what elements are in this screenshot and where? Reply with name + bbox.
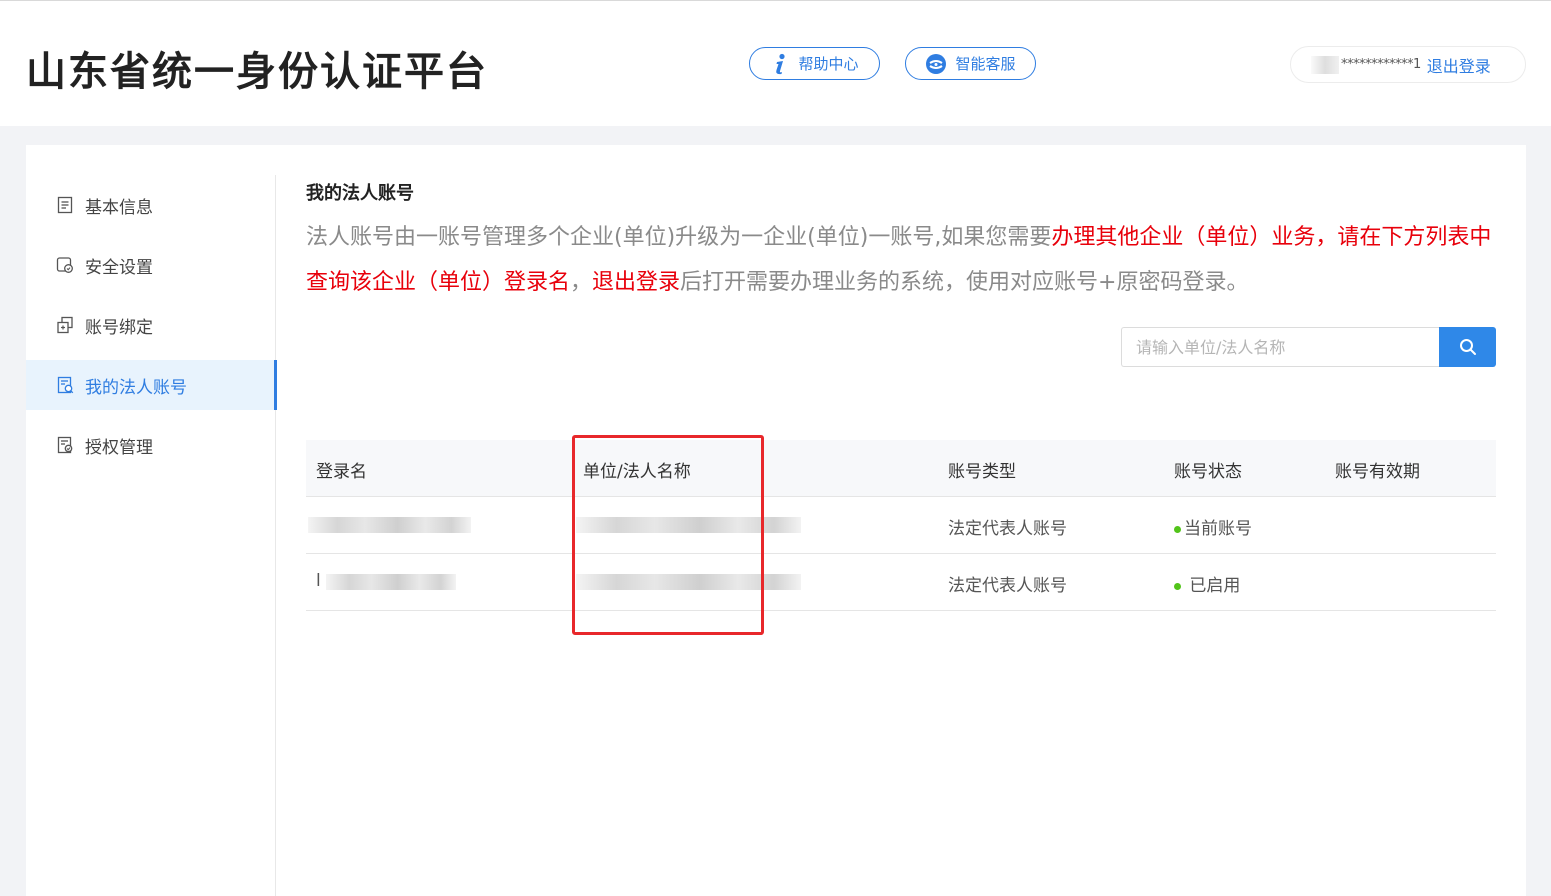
authorization-icon (56, 436, 74, 454)
shield-icon (56, 256, 74, 274)
account-status: 当前账号 (1174, 514, 1252, 539)
main-panel: 基本信息 安全设置 账号绑定 我的法人账号 授权管理 我的法人账号 法人账号由一… (26, 145, 1526, 896)
customer-service-icon (925, 53, 947, 75)
username-text: ************1 (1341, 57, 1421, 72)
smart-service-button[interactable]: 智能客服 (905, 47, 1036, 80)
site-title: 山东省统一身份认证平台 (26, 49, 488, 95)
help-center-button[interactable]: 帮助中心 (749, 47, 880, 80)
document-icon (56, 196, 74, 214)
status-dot-icon (1174, 525, 1181, 533)
column-header-login-name: 登录名 (316, 462, 367, 482)
content-area: 我的法人账号 法人账号由一账号管理多个企业(单位)升级为一企业(单位)一账号,如… (306, 145, 1496, 896)
sidebar-item-label: 基本信息 (85, 197, 153, 218)
table-header: 登录名 单位/法人名称 账号类型 账号状态 账号有效期 (306, 440, 1496, 497)
sidebar: 基本信息 安全设置 账号绑定 我的法人账号 授权管理 (26, 175, 277, 896)
user-info: ************1 退出登录 (1290, 46, 1526, 83)
table-row[interactable]: l 法定代表人账号 已启用 (306, 554, 1496, 611)
sidebar-item-my-legal-account[interactable]: 我的法人账号 (26, 360, 277, 410)
sidebar-item-label: 授权管理 (85, 437, 153, 458)
login-name-redacted (308, 517, 471, 533)
search-input[interactable] (1121, 327, 1439, 367)
account-icon (56, 376, 74, 394)
sidebar-item-account-binding[interactable]: 账号绑定 (26, 300, 276, 350)
account-type: 法定代表人账号 (948, 576, 1067, 596)
notice-segment: 后打开需要办理业务的系统，使用对应账号+原密码登录。 (680, 270, 1249, 295)
login-name-prefix: l (316, 571, 321, 591)
link-icon (56, 316, 74, 334)
legal-account-table: 登录名 单位/法人名称 账号类型 账号状态 账号有效期 法定代表人账号 当前账号… (306, 440, 1496, 611)
sidebar-item-basic-info[interactable]: 基本信息 (26, 180, 276, 230)
search-button[interactable] (1439, 327, 1496, 367)
status-text: 已启用 (1184, 576, 1241, 596)
column-header-account-type: 账号类型 (948, 462, 1016, 482)
sidebar-item-authorization[interactable]: 授权管理 (26, 420, 276, 470)
logout-link[interactable]: 退出登录 (1427, 53, 1491, 77)
sidebar-item-label: 我的法人账号 (85, 377, 187, 398)
page-header: 山东省统一身份认证平台 帮助中心 智能客服 ************1 退出登录 (0, 1, 1551, 126)
annotation-highlight-box (572, 435, 764, 635)
info-icon (770, 53, 790, 75)
status-dot-icon (1174, 582, 1181, 590)
notice-segment: ， (570, 270, 593, 295)
sidebar-item-label: 账号绑定 (85, 317, 153, 338)
section-title: 我的法人账号 (306, 183, 414, 204)
table-row[interactable]: 法定代表人账号 当前账号 (306, 497, 1496, 554)
sidebar-item-security[interactable]: 安全设置 (26, 240, 276, 290)
notice-segment: 法人账号由一账号管理多个企业(单位)升级为一企业(单位)一账号,如果您需要 (306, 225, 1052, 250)
search-icon (1459, 338, 1477, 356)
login-name-redacted (326, 574, 456, 590)
account-type: 法定代表人账号 (948, 519, 1067, 539)
column-header-account-status: 账号状态 (1174, 462, 1242, 482)
sidebar-item-label: 安全设置 (85, 257, 153, 278)
status-text: 当前账号 (1184, 519, 1252, 539)
account-status: 已启用 (1174, 571, 1240, 596)
username-redacted (1311, 55, 1339, 74)
help-center-label: 帮助中心 (798, 55, 859, 73)
notice-text: 法人账号由一账号管理多个企业(单位)升级为一企业(单位)一账号,如果您需要办理其… (306, 215, 1496, 305)
column-header-validity: 账号有效期 (1335, 462, 1420, 482)
smart-service-label: 智能客服 (955, 55, 1016, 73)
notice-emphasis-logout: 退出登录 (592, 270, 681, 295)
